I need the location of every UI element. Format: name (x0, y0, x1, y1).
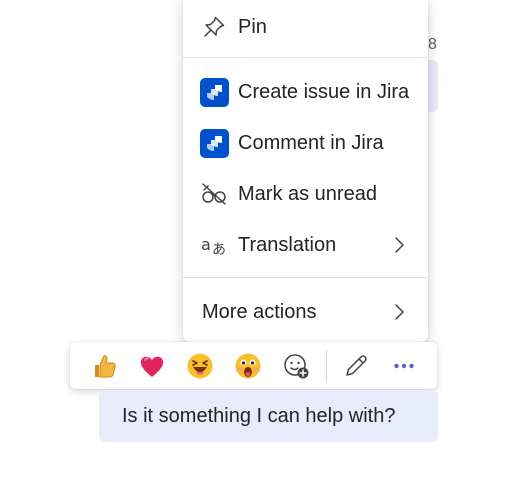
menu-item-pin[interactable]: Pin (183, 7, 428, 47)
message-context-menu: Pin Create issue in Jira Comment in Jira… (183, 0, 428, 342)
heart-icon (140, 356, 164, 377)
thumbs-up-icon (95, 355, 116, 378)
edit-icon (346, 355, 367, 376)
add-reaction-icon (284, 354, 309, 379)
translate-icon: a あ (199, 230, 229, 260)
menu-item-mark-unread[interactable]: Mark as unread (183, 174, 428, 214)
chat-stage: 8 Pin Create issue in Jira Comment in Ji… (0, 0, 507, 502)
more-options-button[interactable] (388, 350, 420, 382)
menu-divider (183, 57, 428, 58)
background-timestamp-fragment: 8 (428, 36, 437, 53)
menu-item-label: Mark as unread (238, 183, 377, 205)
surprised-reaction-button[interactable] (232, 350, 264, 382)
jira-icon (199, 128, 229, 158)
surprised-emoji-icon (235, 353, 261, 379)
menu-item-translation[interactable]: a あ Translation (183, 225, 428, 265)
menu-item-create-jira-issue[interactable]: Create issue in Jira (183, 72, 428, 112)
svg-text:a: a (201, 235, 211, 254)
laugh-reaction-button[interactable] (184, 350, 216, 382)
reaction-bar (70, 342, 437, 389)
menu-item-label: Create issue in Jira (238, 81, 410, 103)
eye-off-icon (199, 179, 229, 209)
like-reaction-button[interactable] (88, 350, 120, 382)
reaction-bar-divider (326, 350, 327, 382)
menu-item-label: Translation (238, 234, 337, 256)
jira-icon (199, 77, 229, 107)
menu-item-label: More actions (202, 301, 317, 323)
menu-item-more-actions[interactable]: More actions (183, 292, 428, 332)
menu-divider (183, 277, 428, 278)
more-icon (394, 363, 414, 369)
menu-item-comment-jira[interactable]: Comment in Jira (183, 123, 428, 163)
add-reaction-button[interactable] (280, 350, 312, 382)
svg-text:あ: あ (212, 242, 226, 258)
chevron-right-icon (395, 304, 404, 320)
chevron-right-icon (395, 237, 404, 253)
menu-item-label: Pin (238, 16, 267, 38)
message-text: Is it something I can help with? (122, 405, 396, 427)
laugh-emoji-icon (187, 353, 213, 379)
edit-message-button[interactable] (340, 350, 372, 382)
pin-icon (199, 12, 229, 42)
menu-item-label: Comment in Jira (238, 132, 384, 154)
heart-reaction-button[interactable] (136, 350, 168, 382)
message-bubble[interactable]: Is it something I can help with? (99, 390, 438, 442)
